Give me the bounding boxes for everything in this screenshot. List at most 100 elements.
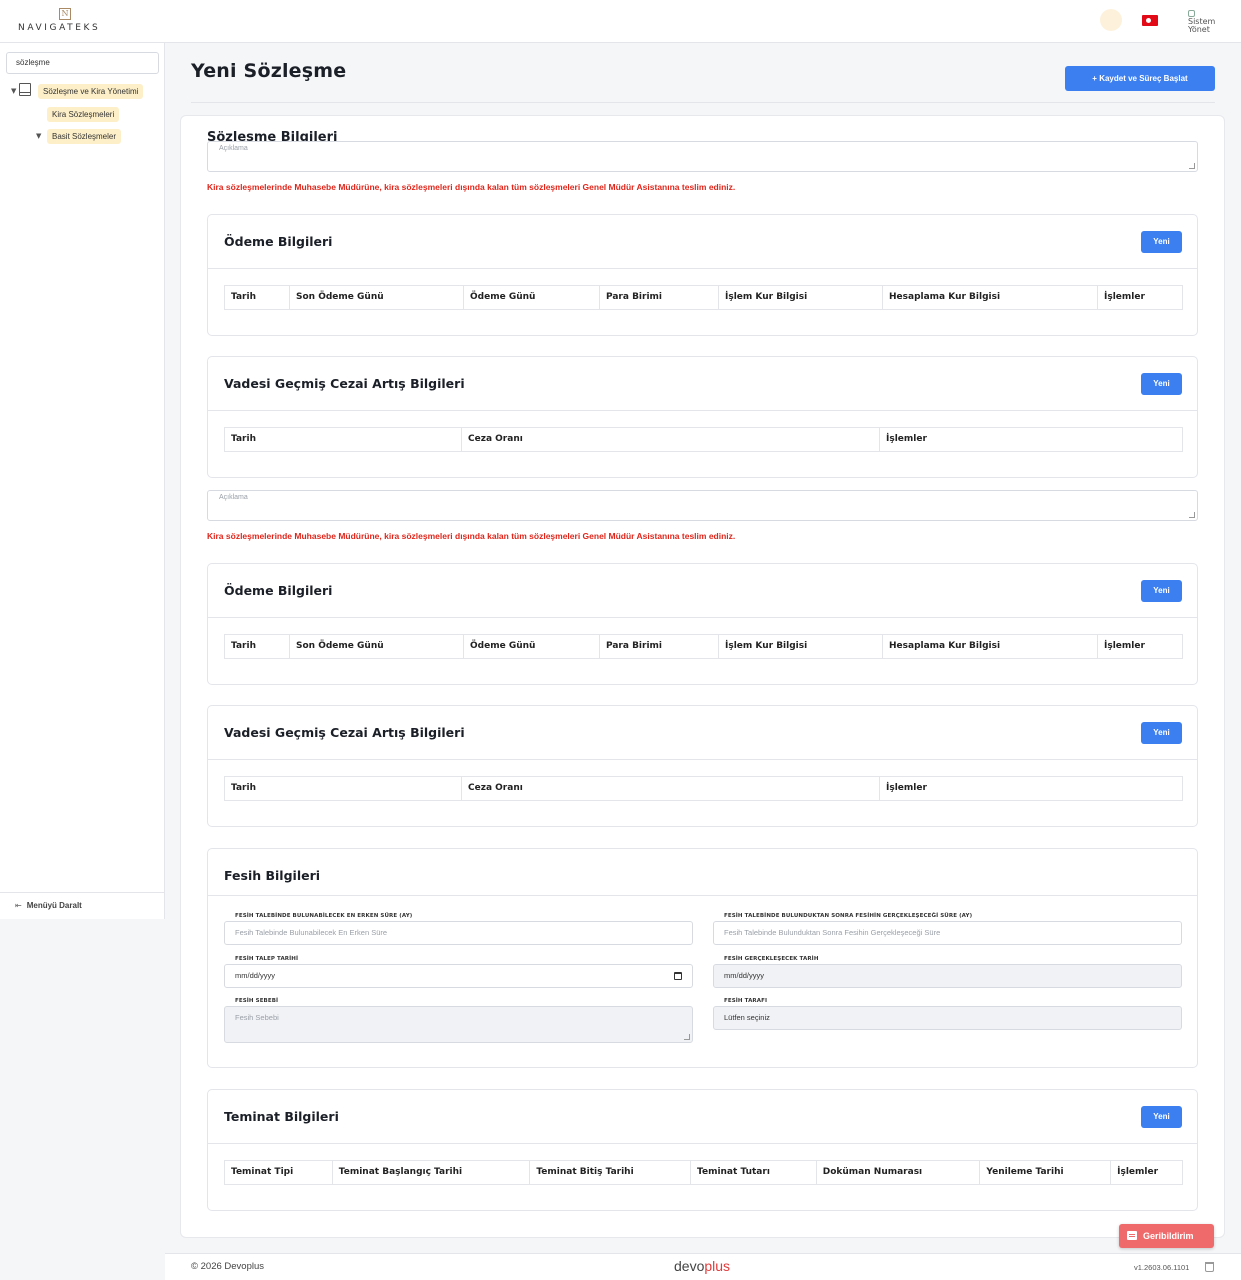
divider [208,1143,1197,1144]
new-penalty-button[interactable]: Yeni [1141,722,1182,744]
column-header[interactable]: İşlemler [880,777,1182,800]
page-title: Yeni Sözleşme [191,60,347,82]
logo-text: NAVIGATEKS [18,23,101,33]
resize-handle-icon[interactable] [684,1034,690,1040]
devoplus-logo[interactable]: devoplus [674,1258,730,1274]
column-header[interactable]: Tarih [225,428,462,451]
section-title: Vadesi Geçmiş Cezai Artış Bilgileri [224,376,465,391]
earliest-period-input[interactable]: Fesih Talebinde Bulunabilecek En Erken S… [224,921,693,945]
guarantee-table-header: Teminat Tipi Teminat Başlangıç Tarihi Te… [224,1160,1183,1185]
section-title: Teminat Bilgileri [224,1109,339,1124]
user-avatar-alt: Sistem Yönet [1188,17,1216,34]
column-header[interactable]: Hesaplama Kur Bilgisi [883,286,1098,309]
divider [208,268,1197,269]
column-header[interactable]: İşlemler [1111,1161,1182,1184]
divider [191,102,1215,103]
feedback-icon [1127,1231,1137,1240]
divider [208,895,1197,896]
column-header[interactable]: Para Birimi [600,635,719,658]
new-guarantee-button[interactable]: Yeni [1141,1106,1182,1128]
new-payment-button[interactable]: Yeni [1141,231,1182,253]
request-date-value: mm/dd/yyyy [235,971,276,980]
field-label: FESİH TALEP TARİHİ [235,956,299,962]
description-textarea[interactable]: Açıklama [207,490,1198,521]
column-header[interactable]: Teminat Tutarı [691,1161,817,1184]
field-label: FESİH TARAFI [724,998,768,1004]
tree-item-contract-management[interactable]: Sözleşme ve Kira Yönetimi [38,84,144,99]
new-penalty-button[interactable]: Yeni [1141,373,1182,395]
payment-section: Ödeme Bilgileri Yeni Tarih Son Ödeme Gün… [207,563,1198,685]
guarantee-section: Teminat Bilgileri Yeni Teminat Tipi Temi… [207,1089,1198,1211]
caret-down-icon[interactable]: ▼ [36,132,41,140]
user-avatar[interactable]: Sistem Yönet [1188,10,1216,34]
column-header[interactable]: Teminat Bitiş Tarihi [530,1161,692,1184]
logo-mark-icon: N [59,8,71,20]
collapse-arrow-icon: ⇤ [15,901,22,910]
termination-period-input[interactable]: Fesih Talebinde Bulunduktan Sonra Fesihi… [713,921,1182,945]
collapse-menu-label: Menüyü Daralt [26,901,82,910]
column-header[interactable]: Para Birimi [600,286,719,309]
column-header[interactable]: Tarih [225,777,462,800]
termination-party-select[interactable]: Lütfen seçiniz [713,1006,1182,1030]
penalty-table-header: Tarih Ceza Oranı İşlemler [224,776,1183,801]
resize-handle-icon[interactable] [1189,163,1195,169]
reason-placeholder: Fesih Sebebi [235,1013,279,1022]
tree-item-simple-contracts[interactable]: Basit Sözleşmeler [47,129,122,144]
field-label: FESİH SEBEBİ [235,998,279,1004]
navigateks-logo[interactable]: N NAVIGATEKS [18,8,113,38]
section-title: Ödeme Bilgileri [224,583,333,598]
column-header[interactable]: Son Ödeme Günü [290,286,464,309]
new-payment-button[interactable]: Yeni [1141,580,1182,602]
column-header[interactable]: Ödeme Günü [464,635,600,658]
column-header[interactable]: Ceza Oranı [462,428,880,451]
description-placeholder: Açıklama [219,145,248,152]
column-header[interactable]: Son Ödeme Günü [290,635,464,658]
column-header[interactable]: Teminat Başlangıç Tarihi [333,1161,531,1184]
field-label: FESİH TALEBİNDE BULUNDUKTAN SONRA FESİHİ… [724,913,973,919]
termination-reason-textarea[interactable]: Fesih Sebebi [224,1006,693,1043]
column-header[interactable]: Hesaplama Kur Bilgisi [883,635,1098,658]
column-header[interactable]: Doküman Numarası [817,1161,981,1184]
column-header[interactable]: Ödeme Günü [464,286,600,309]
column-header[interactable]: Tarih [225,286,290,309]
termination-section: Fesih Bilgileri FESİH TALEBİNDE BULUNABİ… [207,848,1198,1068]
trash-icon[interactable] [1205,1262,1214,1272]
collapse-menu-button[interactable]: ⇤ Menüyü Daralt [0,892,165,919]
save-and-start-button[interactable]: + Kaydet ve Süreç Başlat [1065,66,1215,91]
description-textarea[interactable]: Açıklama [207,141,1198,172]
menu-search-input[interactable]: sözleşme [6,52,159,74]
version-label: v1.2603.06.1101 [1134,1263,1190,1272]
column-header[interactable]: Ceza Oranı [462,777,880,800]
notification-avatar[interactable] [1100,9,1122,31]
sidebar: sözleşme ▼ Sözleşme ve Kira Yönetimi Kir… [0,43,165,919]
penalty-table-header: Tarih Ceza Oranı İşlemler [224,427,1183,452]
penalty-section: Vadesi Geçmiş Cezai Artış Bilgileri Yeni… [207,705,1198,827]
realize-date-input[interactable]: mm/dd/yyyy [713,964,1182,988]
caret-down-icon[interactable]: ▼ [11,87,16,95]
column-header[interactable]: Yenileme Tarihi [980,1161,1112,1184]
column-header[interactable]: Teminat Tipi [225,1161,333,1184]
book-icon [19,83,31,96]
column-header[interactable]: İşlemler [880,428,1182,451]
calendar-icon[interactable] [674,972,682,980]
column-header[interactable]: İşlemler [1098,286,1182,309]
brand-text: devo [674,1258,705,1274]
payment-section: Ödeme Bilgileri Yeni Tarih Son Ödeme Gün… [207,214,1198,336]
field-label: FESİH TALEBİNDE BULUNABİLECEK EN ERKEN S… [235,913,413,919]
feedback-button[interactable]: Geribildirim [1119,1224,1214,1248]
top-header: N NAVIGATEKS Sistem Yönet [0,0,1241,43]
penalty-section: Vadesi Geçmiş Cezai Artış Bilgileri Yeni… [207,356,1198,478]
payment-table-header: Tarih Son Ödeme Günü Ödeme Günü Para Bir… [224,634,1183,659]
request-date-input[interactable]: mm/dd/yyyy [224,964,693,988]
column-header[interactable]: İşlem Kur Bilgisi [719,286,883,309]
turkish-flag-icon[interactable] [1142,15,1158,26]
column-header[interactable]: İşlemler [1098,635,1182,658]
resize-handle-icon[interactable] [1189,512,1195,518]
brand-text-accent: plus [704,1258,731,1274]
divider [208,410,1197,411]
copyright: © 2026 Devoplus [191,1261,265,1272]
column-header[interactable]: Tarih [225,635,290,658]
divider [208,759,1197,760]
column-header[interactable]: İşlem Kur Bilgisi [719,635,883,658]
tree-item-rent-contracts[interactable]: Kira Sözleşmeleri [47,107,120,122]
